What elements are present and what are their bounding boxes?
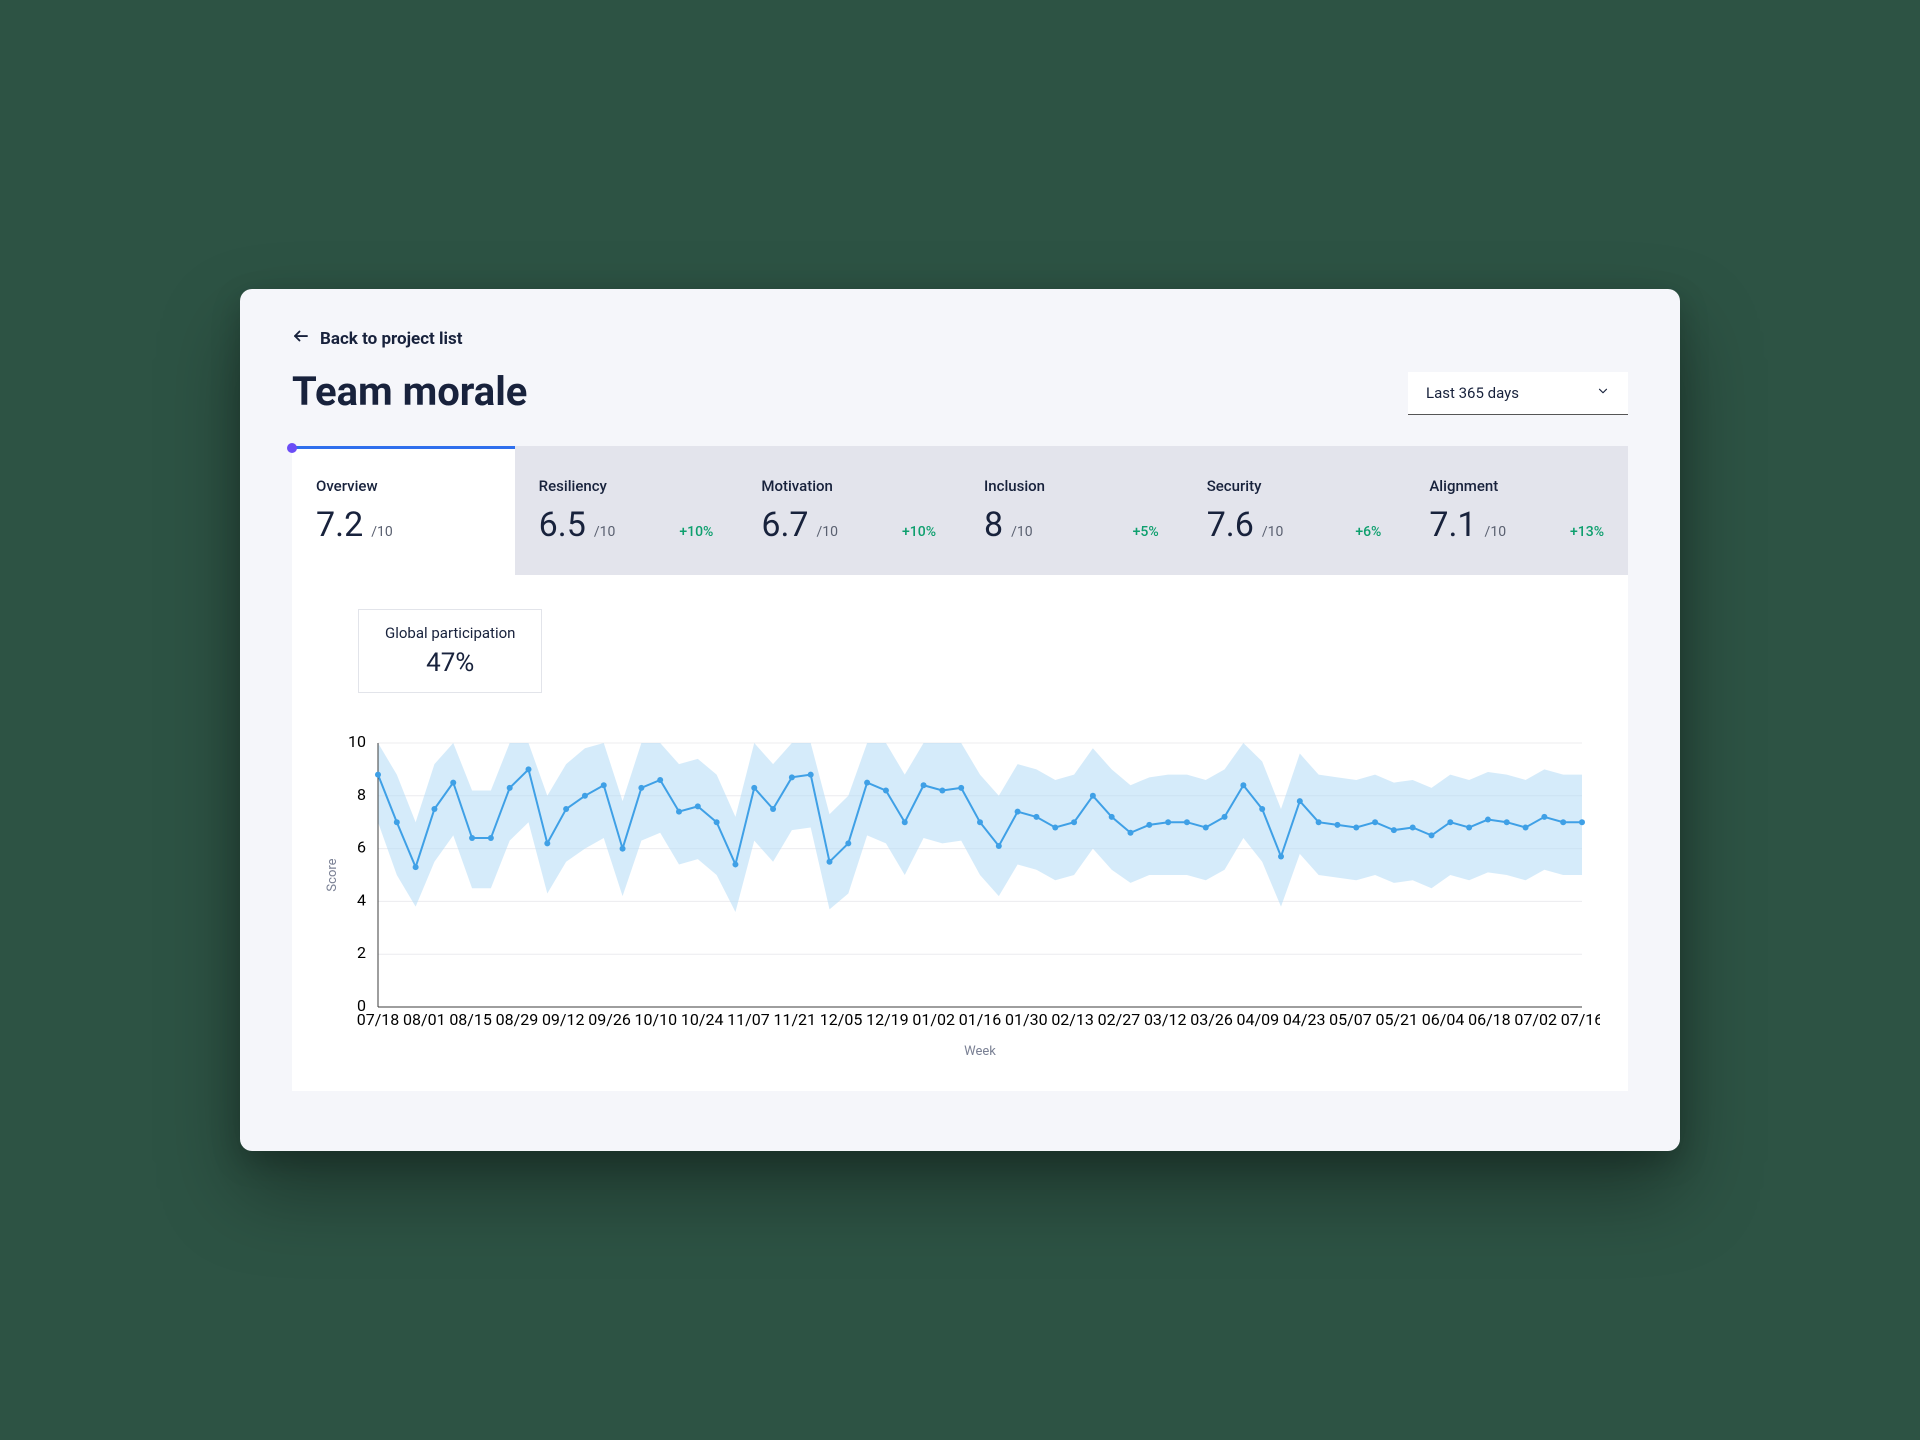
tab-label: Inclusion [984,477,1159,495]
tab-motivation[interactable]: Motivation 6.7 /10 +10% [737,446,960,575]
svg-text:09/26: 09/26 [588,1010,631,1029]
tab-label: Motivation [761,477,936,495]
svg-text:12/19: 12/19 [866,1010,909,1029]
tab-score-row: 7.1 /10 +13% [1429,505,1604,545]
svg-text:04/23: 04/23 [1283,1010,1326,1029]
svg-text:12/05: 12/05 [820,1010,863,1029]
tab-score: 6.7 [761,505,808,545]
tab-label: Alignment [1429,477,1604,495]
svg-text:01/30: 01/30 [1005,1010,1048,1029]
svg-text:03/26: 03/26 [1190,1010,1233,1029]
tab-overview[interactable]: Overview 7.2 /10 [292,446,515,575]
svg-text:6: 6 [357,838,366,857]
participation-card: Global participation 47% [358,609,542,693]
tab-label: Resiliency [539,477,714,495]
tab-label: Overview [316,477,491,495]
tab-score-row: 6.5 /10 +10% [539,505,714,545]
back-to-projects-link[interactable]: Back to project list [292,327,463,350]
svg-text:07/02: 07/02 [1514,1010,1557,1029]
chart-panel: Global participation 47% 024681007/1808/… [292,575,1628,1091]
tab-outof: /10 [1485,524,1507,540]
chevron-down-icon [1596,384,1610,402]
svg-text:02/27: 02/27 [1098,1010,1141,1029]
svg-text:Score: Score [325,858,340,891]
svg-text:04/09: 04/09 [1237,1010,1280,1029]
metric-tabs: Overview 7.2 /10 Resiliency 6.5 /10 +10%… [292,445,1628,575]
tab-delta: +10% [902,524,936,540]
tab-score-row: 7.6 /10 +6% [1207,505,1382,545]
tab-score: 7.2 [316,505,363,545]
tab-outof: /10 [371,524,393,540]
participation-value: 47% [385,648,515,678]
svg-text:07/18: 07/18 [357,1010,400,1029]
svg-text:10: 10 [348,733,366,751]
svg-text:06/18: 06/18 [1468,1010,1511,1029]
svg-text:11/21: 11/21 [773,1010,816,1029]
range-selected-label: Last 365 days [1426,384,1519,402]
participation-label: Global participation [385,624,515,642]
tab-score: 7.6 [1207,505,1254,545]
tab-outof: /10 [817,524,839,540]
svg-text:05/07: 05/07 [1329,1010,1372,1029]
tab-outof: /10 [594,524,616,540]
svg-text:2: 2 [357,943,366,962]
header-row: Team morale Last 365 days [292,368,1628,415]
tab-delta: +5% [1133,524,1159,540]
svg-text:10/24: 10/24 [681,1010,724,1029]
tab-score: 7.1 [1429,505,1476,545]
tab-score-row: 6.7 /10 +10% [761,505,936,545]
tab-outof: /10 [1262,524,1284,540]
page-title: Team morale [292,368,527,415]
tab-label: Security [1207,477,1382,495]
tab-score: 6.5 [539,505,586,545]
svg-text:07/16: 07/16 [1561,1010,1600,1029]
tab-score: 8 [984,505,1003,545]
tab-inclusion[interactable]: Inclusion 8 /10 +5% [960,446,1183,575]
tab-alignment[interactable]: Alignment 7.1 /10 +13% [1405,446,1628,575]
active-tab-indicator-dot [287,443,297,453]
dashboard-window: Back to project list Team morale Last 36… [240,289,1680,1151]
svg-text:08/15: 08/15 [449,1010,492,1029]
tab-outof: /10 [1011,524,1033,540]
tab-resiliency[interactable]: Resiliency 6.5 /10 +10% [515,446,738,575]
svg-text:01/16: 01/16 [959,1010,1002,1029]
date-range-select[interactable]: Last 365 days [1408,372,1628,415]
svg-text:Week: Week [964,1044,996,1059]
score-chart: 024681007/1808/0108/1508/2909/1209/2610/… [320,733,1600,1063]
svg-text:09/12: 09/12 [542,1010,585,1029]
svg-text:10/10: 10/10 [635,1010,678,1029]
svg-text:8: 8 [357,785,366,804]
tab-security[interactable]: Security 7.6 /10 +6% [1183,446,1406,575]
back-link-label: Back to project list [320,329,463,349]
tab-delta: +6% [1355,524,1381,540]
tab-score-row: 7.2 /10 [316,505,491,545]
svg-text:08/29: 08/29 [496,1010,539,1029]
svg-text:11/07: 11/07 [727,1010,770,1029]
svg-text:03/12: 03/12 [1144,1010,1187,1029]
svg-text:08/01: 08/01 [403,1010,446,1029]
svg-text:06/04: 06/04 [1422,1010,1465,1029]
svg-text:02/13: 02/13 [1051,1010,1094,1029]
svg-text:01/02: 01/02 [912,1010,955,1029]
tab-score-row: 8 /10 +5% [984,505,1159,545]
arrow-left-icon [292,327,310,350]
tab-delta: +13% [1570,524,1604,540]
svg-text:4: 4 [357,890,366,909]
svg-text:05/21: 05/21 [1375,1010,1418,1029]
tab-delta: +10% [679,524,713,540]
